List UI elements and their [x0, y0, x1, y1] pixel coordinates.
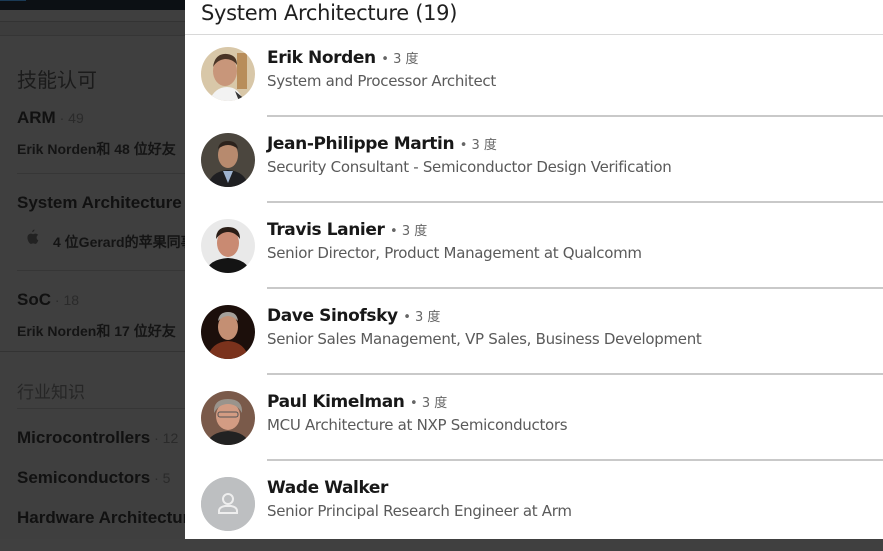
skill-count: 5	[162, 470, 171, 486]
divider	[0, 351, 185, 352]
skill-name: System Architecture	[17, 193, 182, 212]
skill-endorsers[interactable]: Erik Norden和 17 位好友	[17, 321, 176, 341]
connection-degree: • 3 度	[410, 396, 448, 411]
skill-arm[interactable]: ARM · 49	[17, 108, 84, 128]
connection-degree: • 3 度	[403, 310, 441, 325]
skill-count: 49	[68, 110, 84, 126]
avatar[interactable]	[201, 133, 255, 187]
skill-microcontrollers[interactable]: Microcontrollers · 12	[17, 428, 178, 448]
connection-degree: • 3 度	[459, 138, 497, 153]
separator: ·	[51, 292, 64, 308]
endorser-name[interactable]: Paul Kimelman • 3 度	[267, 392, 447, 412]
endorser-name[interactable]: Travis Lanier • 3 度	[267, 220, 427, 240]
name-text[interactable]: Paul Kimelman	[267, 392, 405, 412]
name-text[interactable]: Wade Walker	[267, 478, 388, 498]
name-text[interactable]: Travis Lanier	[267, 220, 385, 240]
avatar[interactable]	[201, 219, 255, 273]
skill-name: Microcontrollers	[17, 428, 151, 447]
divider	[267, 287, 883, 289]
endorser-name[interactable]: Wade Walker	[267, 478, 388, 498]
endorser-headline: Security Consultant - Semiconductor Desi…	[267, 158, 672, 176]
skill-soc[interactable]: SoC · 18	[17, 290, 79, 310]
avatar[interactable]	[201, 477, 255, 531]
divider	[267, 115, 883, 117]
divider	[17, 173, 185, 174]
apple-logo-icon	[25, 229, 39, 245]
modal-title: System Architecture (19)	[201, 1, 458, 25]
endorser-headline: MCU Architecture at NXP Semiconductors	[267, 416, 568, 434]
endorser-list-item[interactable]: Dave Sinofsky • 3 度 Senior Sales Managem…	[185, 293, 883, 379]
global-nav-bar	[0, 0, 185, 10]
name-text[interactable]: Jean-Philippe Martin	[267, 134, 455, 154]
endorser-headline: Senior Director, Product Management at Q…	[267, 244, 642, 262]
separator: ·	[55, 110, 69, 126]
skill-name: Hardware Architecture	[17, 508, 185, 527]
endorser-headline: System and Processor Architect	[267, 72, 496, 90]
endorser-headline: Senior Sales Management, VP Sales, Busin…	[267, 330, 702, 348]
industry-knowledge-title: 行业知识	[17, 383, 85, 402]
nav-band-2	[0, 22, 185, 36]
divider	[267, 201, 883, 203]
skill-hardware-architecture[interactable]: Hardware Architecture	[17, 508, 185, 528]
name-text[interactable]: Dave Sinofsky	[267, 306, 398, 326]
endorser-list-item[interactable]: Travis Lanier • 3 度 Senior Director, Pro…	[185, 207, 883, 293]
divider	[17, 270, 185, 271]
endorser-headline: Senior Principal Research Engineer at Ar…	[267, 502, 572, 520]
endorser-list-item[interactable]: Wade Walker Senior Principal Research En…	[185, 465, 883, 551]
connection-degree: • 3 度	[381, 52, 419, 67]
endorsers-modal: System Architecture (19) Erik Norden • 3…	[185, 0, 883, 539]
endorser-name[interactable]: Dave Sinofsky • 3 度	[267, 306, 440, 326]
avatar[interactable]	[201, 305, 255, 359]
name-text[interactable]: Erik Norden	[267, 48, 376, 68]
separator: ·	[150, 470, 163, 486]
endorser-list-item[interactable]: Jean-Philippe Martin • 3 度 Security Cons…	[185, 121, 883, 207]
skill-count: 12	[162, 430, 179, 446]
endorser-name[interactable]: Erik Norden • 3 度	[267, 48, 419, 68]
endorsements-title: 技能认可	[17, 70, 97, 92]
skill-semiconductors[interactable]: Semiconductors · 5	[17, 468, 170, 488]
endorser-name[interactable]: Jean-Philippe Martin • 3 度	[267, 134, 497, 154]
background-page: 技能认可 ARM · 49 Erik Norden和 48 位好友 System…	[0, 0, 185, 539]
skill-system-architecture[interactable]: System Architecture	[17, 193, 182, 213]
person-placeholder-icon	[201, 477, 255, 531]
skill-count: 18	[63, 292, 80, 308]
skill-endorsers[interactable]: 4 位Gerard的苹果同事	[53, 232, 185, 252]
skill-endorsers[interactable]: Erik Norden和 48 位好友	[17, 139, 176, 159]
skill-name: SoC	[17, 290, 51, 309]
skill-name: ARM	[17, 108, 56, 127]
skill-name: Semiconductors	[17, 468, 151, 487]
divider	[17, 408, 185, 409]
divider	[267, 459, 883, 461]
divider	[267, 373, 883, 375]
avatar[interactable]	[201, 391, 255, 445]
separator: ·	[150, 430, 163, 446]
avatar[interactable]	[201, 47, 255, 101]
endorser-list-item[interactable]: Erik Norden • 3 度 System and Processor A…	[185, 35, 883, 121]
endorser-list-item[interactable]: Paul Kimelman • 3 度 MCU Architecture at …	[185, 379, 883, 465]
nav-band	[0, 10, 185, 22]
connection-degree: • 3 度	[390, 224, 428, 239]
